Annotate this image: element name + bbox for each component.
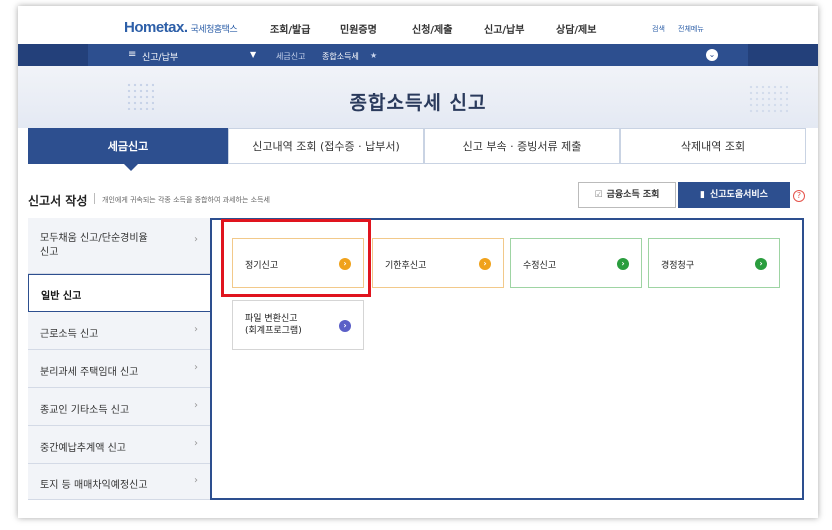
menu-list-icon[interactable]: ≡ — [128, 49, 136, 60]
sidebar-item-label: 토지 등 매매차익예정신고 — [40, 480, 148, 491]
highlight-box — [221, 219, 371, 297]
card-label-line2: (회계프로그램) — [245, 326, 302, 336]
finance-income-button[interactable]: ☑ 금융소득 조회 — [578, 182, 676, 208]
sidebar-item-label: 종교인 기타소득 신고 — [40, 405, 130, 416]
chevron-right-icon: › — [194, 400, 198, 411]
card-amended-report[interactable]: 수정신고 › — [510, 238, 642, 288]
breadcrumb-income-tax[interactable]: 종합소득세 — [322, 51, 359, 62]
tab-attachment-submit[interactable]: 신고 부속 · 증빙서류 제출 — [424, 128, 620, 164]
logo-sub: 국세청홈택스 — [190, 24, 238, 34]
sidebar-item-rental[interactable]: 분리과세 주택임대 신고 › — [28, 350, 210, 388]
report-help-button[interactable]: ▮ 신고도움서비스 — [678, 182, 790, 208]
report-help-label: 신고도움서비스 — [709, 190, 768, 200]
tab-tax-report[interactable]: 세금신고 — [28, 128, 228, 164]
sidebar-item-label-line2: 신고 — [40, 247, 59, 258]
active-tab-indicator — [124, 164, 138, 171]
menu-inquiry[interactable]: 조회/발급 — [270, 21, 310, 36]
arrow-right-icon: › — [339, 320, 351, 332]
card-label-line1: 파일 변환신고 — [245, 314, 298, 324]
book-icon: ▮ — [700, 190, 705, 200]
sidebar-item-label: 근로소득 신고 — [40, 329, 99, 340]
sidebar-item-label: 중간예납추계액 신고 — [40, 443, 126, 454]
search-link[interactable]: 검색 — [652, 24, 665, 34]
card-file-conversion[interactable]: 파일 변환신고 (회계프로그램) › — [232, 300, 364, 350]
chevron-right-icon: › — [194, 438, 198, 449]
page-title: 종합소득세 신고 — [349, 92, 487, 114]
sidebar-item-land-sale[interactable]: 토지 등 매매차익예정신고 › — [28, 464, 210, 500]
sidebar-item-prefilled[interactable]: 모두채움 신고/단순경비율 신고 › — [28, 218, 210, 274]
sidebar-item-label: 일반 신고 — [41, 291, 82, 302]
breadcrumb-tax-report[interactable]: 세금신고 — [276, 51, 305, 62]
menu-consult[interactable]: 상담/제보 — [556, 21, 596, 36]
card-label: 기한후신고 — [385, 261, 427, 271]
logo-main: Hometax. — [124, 19, 188, 36]
arrow-right-icon: › — [617, 258, 629, 270]
chevron-right-icon: › — [194, 362, 198, 373]
browser-frame: Hometax. 국세청홈택스 조회/발급 민원증명 신청/제출 신고/납부 상담… — [18, 6, 818, 518]
sidebar-item-religious[interactable]: 종교인 기타소득 신고 › — [28, 388, 210, 426]
card-label: 경정청구 — [661, 261, 695, 271]
card-late-report[interactable]: 기한후신고 › — [372, 238, 504, 288]
hometax-logo[interactable]: Hometax. 국세청홈택스 — [124, 19, 238, 36]
sidebar-item-label-line1: 모두채움 신고/단순경비율 — [40, 233, 148, 244]
location-bar: ≡ 신고/납부 ▼ 세금신고 종합소득세 ★ ⌄ — [18, 44, 818, 66]
expand-circle-icon[interactable]: ⌄ — [706, 49, 718, 61]
arrow-right-icon: › — [755, 258, 767, 270]
arrow-right-icon: › — [479, 258, 491, 270]
section-title: 신고서 작성 — [28, 194, 88, 208]
dropdown-caret-icon[interactable]: ▼ — [250, 50, 256, 59]
tab-bar: 세금신고 신고내역 조회 (접수증 · 납부서) 신고 부속 · 증빙서류 제출… — [28, 128, 806, 171]
help-icon[interactable]: ? — [793, 190, 805, 202]
card-label: 수정신고 — [523, 261, 557, 271]
chevron-right-icon: › — [194, 234, 198, 245]
page-hero: 종합소득세 신고 — [18, 66, 818, 128]
document-check-icon: ☑ — [594, 190, 603, 200]
sidebar-item-interim[interactable]: 중간예납추계액 신고 › — [28, 426, 210, 464]
divider — [94, 193, 95, 204]
top-navigation: Hometax. 국세청홈택스 조회/발급 민원증명 신청/제출 신고/납부 상담… — [18, 6, 818, 44]
tab-report-history[interactable]: 신고내역 조회 (접수증 · 납부서) — [228, 128, 424, 164]
tab-deleted-history[interactable]: 삭제내역 조회 — [620, 128, 806, 164]
finance-income-label: 금융소득 조회 — [606, 190, 660, 200]
section-description: 개인에게 귀속되는 각종 소득을 종합하여 과세하는 소득세 — [102, 196, 270, 204]
current-menu[interactable]: 신고/납부 — [142, 50, 178, 63]
menu-report-payment[interactable]: 신고/납부 — [484, 21, 524, 36]
sidebar-item-general[interactable]: 일반 신고 — [28, 274, 212, 312]
menu-certificate[interactable]: 민원증명 — [340, 21, 377, 36]
chevron-right-icon: › — [194, 475, 198, 486]
all-menu-link[interactable]: 전체메뉴 — [678, 24, 704, 34]
chevron-right-icon: › — [194, 324, 198, 335]
card-correction-claim[interactable]: 경정청구 › — [648, 238, 780, 288]
favorite-star-icon[interactable]: ★ — [370, 51, 377, 60]
location-bar-inner — [88, 44, 748, 66]
sidebar-item-earned-income[interactable]: 근로소득 신고 › — [28, 312, 210, 350]
report-type-sidebar: 모두채움 신고/단순경비율 신고 › 일반 신고 근로소득 신고 › 분리과세 … — [28, 218, 212, 500]
menu-application[interactable]: 신청/제출 — [412, 21, 452, 36]
sidebar-item-label: 분리과세 주택임대 신고 — [40, 367, 139, 378]
